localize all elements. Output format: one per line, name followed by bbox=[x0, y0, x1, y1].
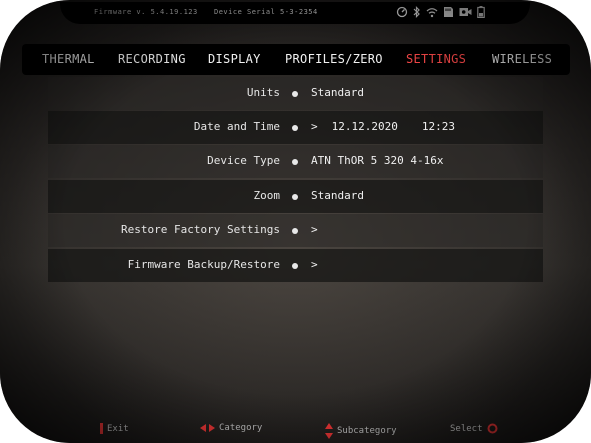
bullet-icon bbox=[292, 263, 298, 269]
setting-row-zoom[interactable]: Zoom Standard bbox=[48, 180, 543, 213]
firmware-version: Firmware v. 5.4.19.123 bbox=[94, 8, 198, 16]
bullet-icon bbox=[292, 159, 298, 165]
chevron-right-icon: > bbox=[311, 120, 318, 133]
hint-select-label: Select bbox=[450, 423, 483, 434]
tab-thermal[interactable]: THERMAL bbox=[42, 52, 95, 66]
scope-screen: Firmware v. 5.4.19.123 Device Serial 5-3… bbox=[0, 0, 591, 443]
sd-card-icon bbox=[444, 7, 453, 17]
hint-select: Select bbox=[450, 423, 498, 434]
bullet-icon bbox=[292, 125, 298, 131]
setting-row-date-time[interactable]: Date and Time >12.12.2020 12:23 bbox=[48, 111, 543, 144]
category-tabs: THERMAL RECORDING DISPLAY PROFILES/ZERO … bbox=[22, 44, 570, 75]
bullet-icon bbox=[292, 228, 298, 234]
bluetooth-icon bbox=[413, 6, 420, 18]
setting-label: Firmware Backup/Restore bbox=[127, 258, 280, 271]
setting-value: Standard bbox=[311, 86, 364, 99]
exit-key-icon bbox=[100, 423, 103, 434]
chevron-right-icon: > bbox=[311, 223, 318, 236]
camera-icon bbox=[459, 8, 472, 16]
select-ring-icon bbox=[487, 423, 498, 434]
setting-row-units[interactable]: Units Standard bbox=[48, 77, 543, 110]
setting-value: ATN ThOR 5 320 4-16x bbox=[311, 154, 444, 167]
chevron-right-icon: > bbox=[311, 258, 318, 271]
setting-row-restore-factory[interactable]: Restore Factory Settings > bbox=[48, 214, 543, 247]
tab-settings[interactable]: SETTINGS bbox=[406, 52, 466, 66]
tab-display[interactable]: DISPLAY bbox=[208, 52, 261, 66]
gauge-icon bbox=[396, 6, 408, 18]
wifi-icon bbox=[426, 7, 438, 17]
setting-label: Zoom bbox=[253, 189, 281, 202]
battery-icon bbox=[477, 6, 485, 18]
tab-profiles-zero[interactable]: PROFILES/ZERO bbox=[285, 52, 383, 66]
hint-subcategory: Subcategory bbox=[325, 423, 397, 439]
hint-subcategory-label: Subcategory bbox=[337, 426, 397, 436]
hint-category: Category bbox=[200, 423, 262, 433]
status-bar: Firmware v. 5.4.19.123 Device Serial 5-3… bbox=[60, 2, 530, 24]
date-value: 12.12.2020 bbox=[331, 120, 398, 133]
setting-label: Device Type bbox=[207, 154, 280, 167]
tab-recording[interactable]: RECORDING bbox=[118, 52, 186, 66]
bullet-icon bbox=[292, 91, 298, 97]
hint-category-label: Category bbox=[219, 423, 263, 433]
hint-exit-label: Exit bbox=[107, 423, 129, 434]
tab-wireless[interactable]: WIRELESS bbox=[492, 52, 552, 66]
setting-row-firmware-backup[interactable]: Firmware Backup/Restore > bbox=[48, 249, 543, 282]
hint-exit: Exit bbox=[100, 423, 129, 434]
setting-value: Standard bbox=[311, 189, 364, 202]
setting-label: Units bbox=[246, 86, 280, 99]
bullet-icon bbox=[292, 194, 298, 200]
status-icons bbox=[396, 6, 485, 18]
setting-value: >12.12.2020 12:23 bbox=[311, 120, 455, 133]
up-down-arrows-icon bbox=[325, 423, 333, 439]
time-value: 12:23 bbox=[421, 120, 455, 133]
setting-row-device-type[interactable]: Device Type ATN ThOR 5 320 4-16x bbox=[48, 145, 543, 178]
left-right-arrows-icon bbox=[200, 424, 215, 432]
device-serial: Device Serial 5-3-2354 bbox=[214, 8, 318, 16]
setting-label: Date and Time bbox=[193, 120, 280, 133]
setting-label: Restore Factory Settings bbox=[121, 223, 280, 236]
